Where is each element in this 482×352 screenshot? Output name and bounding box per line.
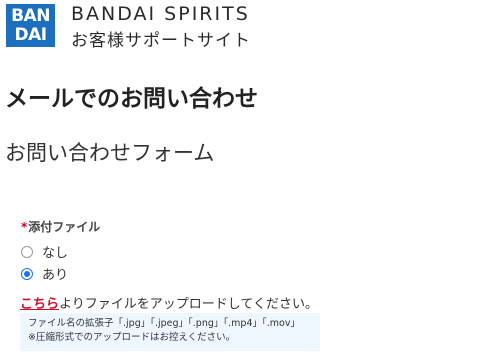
- radio-yes-indicator[interactable]: [21, 267, 33, 280]
- attachment-field-label: *添付ファイル: [21, 218, 100, 235]
- note-line-compression: ※圧縮形式でのアップロードはお控えください。: [28, 332, 236, 343]
- page-title: メールでのお問い合わせ: [5, 86, 258, 112]
- radio-option-yes[interactable]: あり: [21, 264, 68, 283]
- radio-option-none[interactable]: なし: [21, 242, 68, 261]
- logo-text-top: BAN: [11, 5, 50, 26]
- radio-none-indicator[interactable]: [21, 245, 33, 258]
- note-line-extensions: ファイル名の拡張子「.jpg」「.jpeg」「.png」「.mp4」「.mov」: [28, 318, 300, 329]
- upload-link[interactable]: こちら: [20, 297, 59, 312]
- radio-none-label: なし: [42, 246, 69, 261]
- required-mark: *: [21, 220, 28, 234]
- form-title: お問い合わせフォーム: [5, 141, 215, 165]
- bandai-logo[interactable]: BAN DAI: [6, 4, 55, 47]
- upload-instruction: こちらよりファイルをアップロードしてください。: [20, 293, 318, 312]
- logo-text-bottom: DAI: [14, 24, 47, 45]
- attachment-label-text: 添付ファイル: [28, 220, 101, 234]
- brand-name: BANDAI SPIRITS: [71, 3, 250, 25]
- radio-yes-label: あり: [42, 268, 69, 283]
- file-format-note: ファイル名の拡張子「.jpg」「.jpeg」「.png」「.mp4」「.mov」…: [20, 313, 320, 351]
- upload-instruction-text: よりファイルをアップロードしてください。: [59, 297, 318, 312]
- brand-subtitle: お客様サポートサイト: [71, 31, 251, 51]
